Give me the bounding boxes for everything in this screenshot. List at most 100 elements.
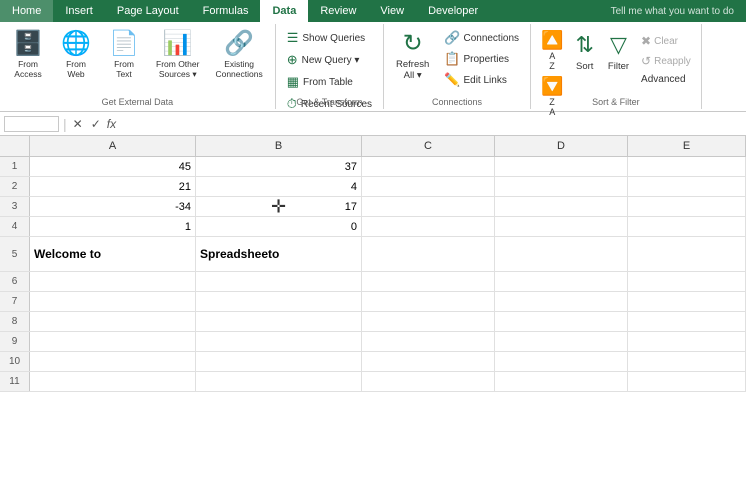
clear-button[interactable]: ✖ Clear	[637, 32, 695, 50]
cell-e7[interactable]	[628, 292, 746, 311]
row-num-2[interactable]: 2	[0, 177, 30, 196]
cell-a11[interactable]	[30, 372, 196, 391]
cell-d8[interactable]	[495, 312, 628, 331]
tab-formulas[interactable]: Formulas	[191, 0, 261, 22]
sort-az-button[interactable]: 🔼 AZ	[537, 28, 567, 73]
cell-b4[interactable]: 0	[196, 217, 362, 236]
col-header-a[interactable]: A	[30, 136, 196, 156]
name-box[interactable]	[4, 116, 59, 132]
cell-c1[interactable]	[362, 157, 495, 176]
cell-e3[interactable]	[628, 197, 746, 216]
show-queries-button[interactable]: ☰ Show Queries	[282, 28, 377, 48]
cell-c7[interactable]	[362, 292, 495, 311]
filter-button[interactable]: ▽ Filter	[602, 28, 635, 76]
cell-d9[interactable]	[495, 332, 628, 351]
row-num-11[interactable]: 11	[0, 372, 30, 391]
tab-developer[interactable]: Developer	[416, 0, 490, 22]
cell-e8[interactable]	[628, 312, 746, 331]
tab-review[interactable]: Review	[308, 0, 368, 22]
from-table-button[interactable]: ▦ From Table	[282, 72, 377, 92]
reapply-button[interactable]: ↺ Reapply	[637, 52, 695, 70]
existing-connections-button[interactable]: 🔗 ExistingConnections	[209, 28, 268, 83]
cell-a9[interactable]	[30, 332, 196, 351]
tab-tell-me[interactable]: Tell me what you want to do	[599, 0, 746, 22]
advanced-button[interactable]: Advanced	[637, 72, 695, 87]
cell-a5[interactable]: Welcome to	[30, 237, 196, 271]
cell-e9[interactable]	[628, 332, 746, 351]
cell-d4[interactable]	[495, 217, 628, 236]
cell-d1[interactable]	[495, 157, 628, 176]
cell-c11[interactable]	[362, 372, 495, 391]
cell-c2[interactable]	[362, 177, 495, 196]
col-header-d[interactable]: D	[495, 136, 628, 156]
formula-confirm-button[interactable]: ✓	[89, 117, 103, 131]
cell-b9[interactable]	[196, 332, 362, 351]
cell-e4[interactable]	[628, 217, 746, 236]
cell-b10[interactable]	[196, 352, 362, 371]
cell-b5[interactable]: Spreadsheeto	[196, 237, 362, 271]
tab-page-layout[interactable]: Page Layout	[105, 0, 191, 22]
cell-d7[interactable]	[495, 292, 628, 311]
cell-c4[interactable]	[362, 217, 495, 236]
cell-e10[interactable]	[628, 352, 746, 371]
cell-c6[interactable]	[362, 272, 495, 291]
cell-a2[interactable]: 21	[30, 177, 196, 196]
refresh-all-button[interactable]: ↻ RefreshAll ▾	[390, 28, 435, 86]
cell-a7[interactable]	[30, 292, 196, 311]
tab-view[interactable]: View	[368, 0, 416, 22]
tab-data[interactable]: Data	[260, 0, 308, 22]
sort-button[interactable]: ⇅ Sort	[569, 28, 599, 76]
cell-b1[interactable]: 37	[196, 157, 362, 176]
cell-a1[interactable]: 45	[30, 157, 196, 176]
tab-insert[interactable]: Insert	[53, 0, 105, 22]
cell-e1[interactable]	[628, 157, 746, 176]
cell-d6[interactable]	[495, 272, 628, 291]
cell-e2[interactable]	[628, 177, 746, 196]
cell-e5[interactable]	[628, 237, 746, 271]
cell-b8[interactable]	[196, 312, 362, 331]
from-web-button[interactable]: 🌐 FromWeb	[54, 28, 98, 83]
cell-e11[interactable]	[628, 372, 746, 391]
cell-b6[interactable]	[196, 272, 362, 291]
cell-b11[interactable]	[196, 372, 362, 391]
cell-d11[interactable]	[495, 372, 628, 391]
cell-b2[interactable]: 4	[196, 177, 362, 196]
new-query-button[interactable]: ⊕ New Query ▾	[282, 50, 377, 70]
from-other-sources-button[interactable]: 📊 From OtherSources ▾	[150, 28, 205, 83]
from-access-button[interactable]: 🗄️ FromAccess	[6, 28, 50, 83]
cell-a4[interactable]: 1	[30, 217, 196, 236]
col-header-e[interactable]: E	[628, 136, 746, 156]
cell-d3[interactable]	[495, 197, 628, 216]
edit-links-button[interactable]: ✏️ Edit Links	[439, 70, 524, 90]
cell-d10[interactable]	[495, 352, 628, 371]
row-num-4[interactable]: 4	[0, 217, 30, 236]
cell-c5[interactable]	[362, 237, 495, 271]
row-num-5[interactable]: 5	[0, 237, 30, 271]
row-num-1[interactable]: 1	[0, 157, 30, 176]
row-num-10[interactable]: 10	[0, 352, 30, 371]
cell-a10[interactable]	[30, 352, 196, 371]
row-num-9[interactable]: 9	[0, 332, 30, 351]
cell-c10[interactable]	[362, 352, 495, 371]
formula-fx-button[interactable]: fx	[107, 117, 116, 131]
row-num-8[interactable]: 8	[0, 312, 30, 331]
cell-d2[interactable]	[495, 177, 628, 196]
row-num-7[interactable]: 7	[0, 292, 30, 311]
cell-d5[interactable]	[495, 237, 628, 271]
connections-button[interactable]: 🔗 Connections	[439, 28, 524, 48]
tab-home[interactable]: Home	[0, 0, 53, 22]
cell-c3[interactable]	[362, 197, 495, 216]
cell-a6[interactable]	[30, 272, 196, 291]
cell-c9[interactable]	[362, 332, 495, 351]
col-header-b[interactable]: B	[196, 136, 362, 156]
from-text-button[interactable]: 📄 FromText	[102, 28, 146, 83]
cell-a3[interactable]: -34	[30, 197, 196, 216]
formula-cancel-button[interactable]: ✕	[71, 117, 85, 131]
cell-b3[interactable]: 17 ✛	[196, 197, 362, 216]
cell-e6[interactable]	[628, 272, 746, 291]
col-header-c[interactable]: C	[362, 136, 495, 156]
properties-button[interactable]: 📋 Properties	[439, 49, 524, 69]
cell-c8[interactable]	[362, 312, 495, 331]
cell-a8[interactable]	[30, 312, 196, 331]
row-num-3[interactable]: 3	[0, 197, 30, 216]
